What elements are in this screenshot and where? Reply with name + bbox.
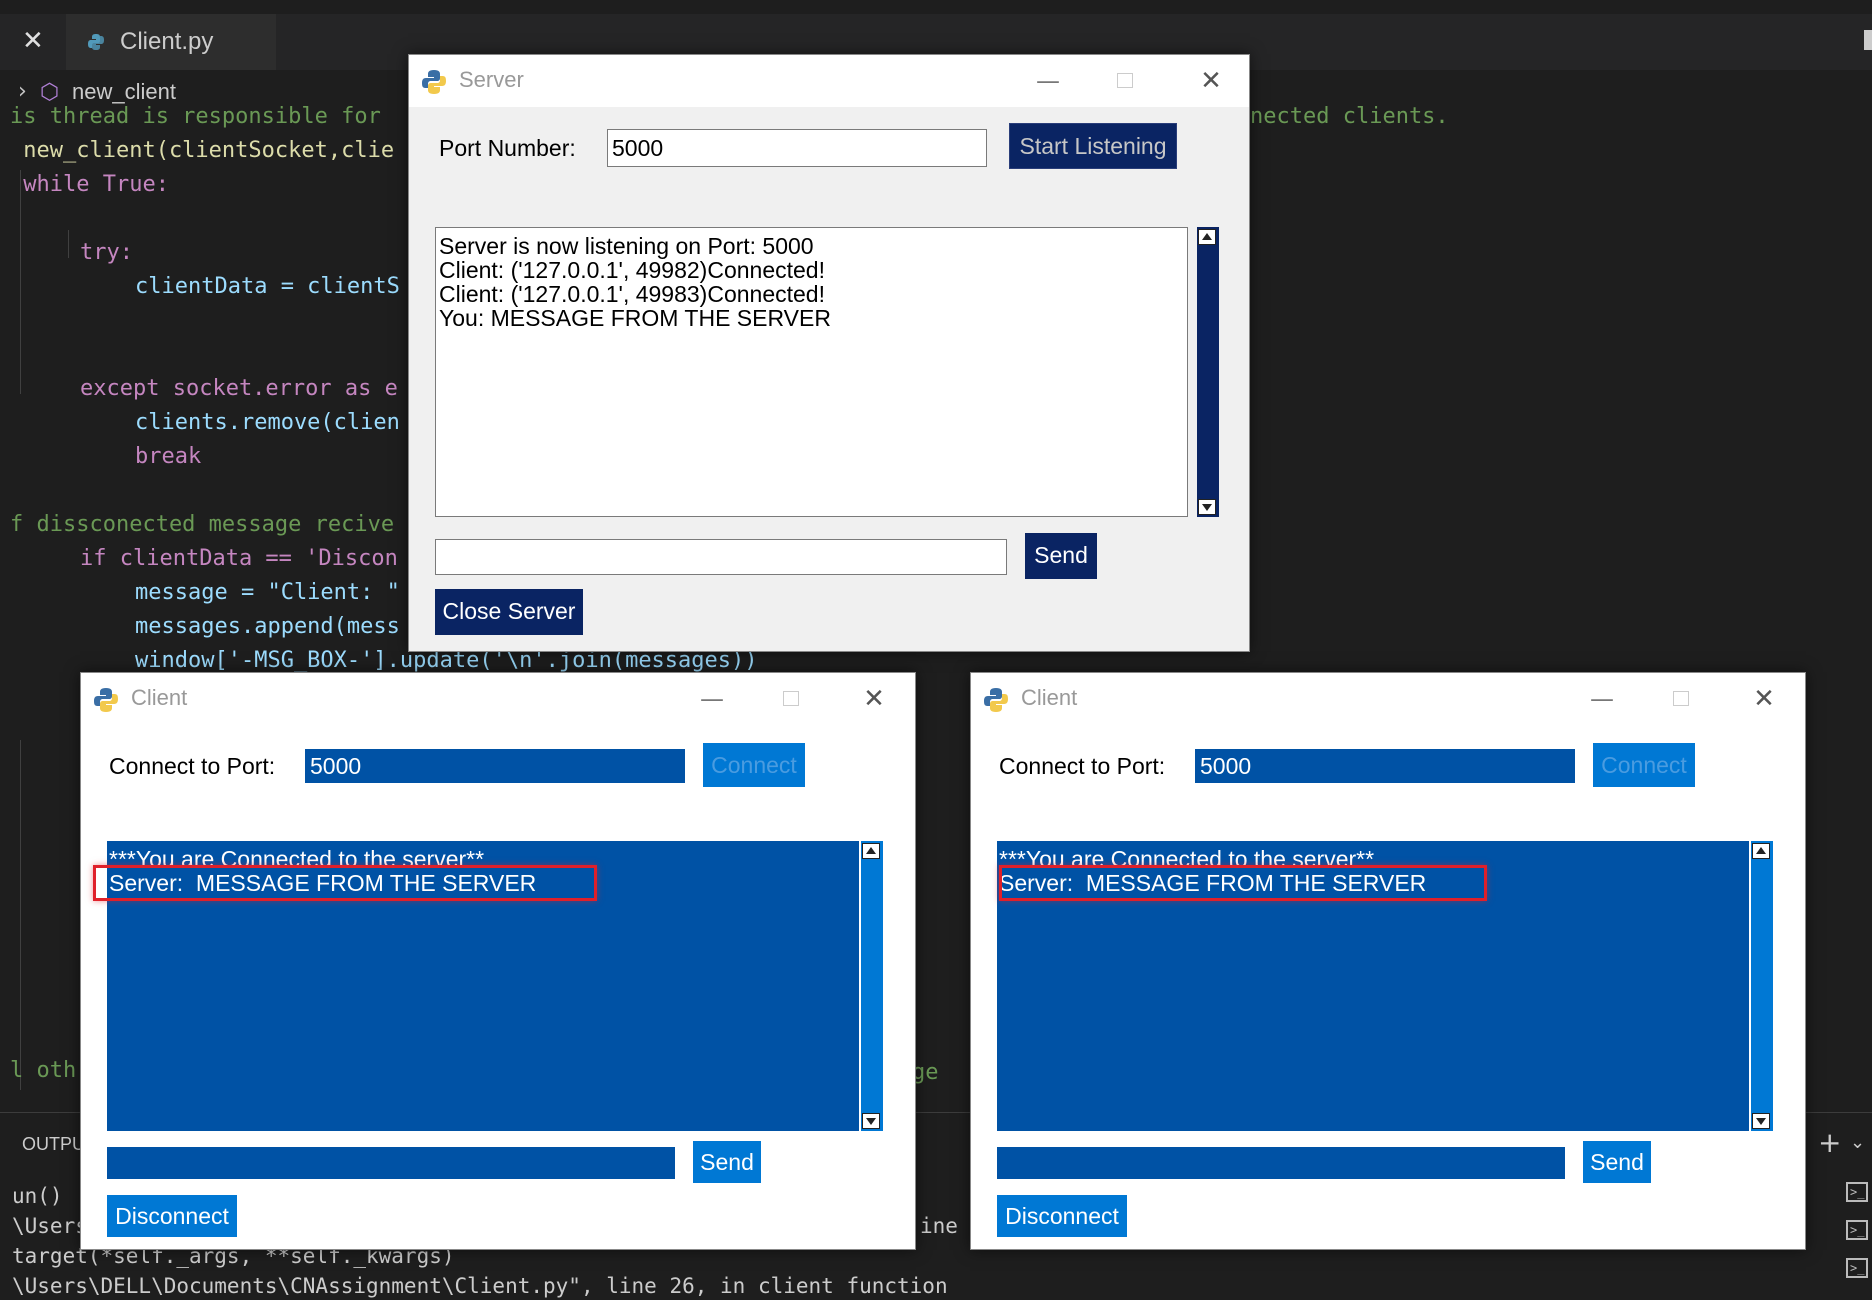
code-line: is thread is responsible for [10, 104, 381, 129]
chevron-down-icon[interactable]: ⌄ [1850, 1132, 1865, 1153]
maximize-icon[interactable] [1117, 73, 1133, 88]
terminal-icon[interactable]: >_ [1846, 1220, 1868, 1240]
terminal-line: un() [12, 1184, 63, 1208]
close-icon[interactable]: ✕ [1194, 61, 1228, 101]
server-log-scrollbar[interactable] [1197, 227, 1219, 517]
server-log-lines: Server is now listening on Port: 5000 Cl… [439, 234, 831, 330]
code-line: clientData = clientS [135, 274, 400, 299]
indent-guide [20, 740, 21, 1090]
close-icon[interactable]: ✕ [22, 26, 44, 56]
connect-button[interactable]: Connect [1593, 743, 1695, 787]
code-line: try: [80, 240, 133, 265]
start-listening-button[interactable]: Start Listening [1009, 123, 1177, 169]
client-window-1[interactable]: Client — ✕ Connect to Port: 5000 Connect… [80, 672, 916, 1250]
code-line: while True: [10, 172, 169, 197]
connect-port-input[interactable]: 5000 [305, 749, 685, 783]
scroll-up-icon[interactable] [862, 843, 880, 859]
connect-button[interactable]: Connect [703, 743, 805, 787]
title-bar[interactable]: Server — ✕ [409, 55, 1249, 107]
maximize-icon[interactable] [1673, 691, 1689, 706]
code-line: if clientData == 'Discon [80, 546, 398, 571]
minimize-icon[interactable]: — [1585, 679, 1619, 719]
client-message-input[interactable] [107, 1147, 675, 1179]
python-icon [94, 688, 118, 712]
python-icon [422, 70, 446, 94]
python-icon [88, 34, 104, 50]
terminal-icon[interactable]: >_ [1846, 1258, 1868, 1278]
port-number-input[interactable]: 5000 [607, 129, 987, 167]
close-icon[interactable]: ✕ [857, 679, 891, 719]
close-icon[interactable]: ✕ [1747, 679, 1781, 719]
scroll-down-icon[interactable] [1752, 1113, 1770, 1129]
code-line-fragment: nected clients. [1250, 104, 1449, 129]
code-line: messages.append(mess [135, 614, 400, 639]
window-title: Client [131, 685, 188, 710]
tab-client-py[interactable]: Client.py [66, 14, 276, 70]
client-message-input[interactable] [997, 1147, 1565, 1179]
server-log-box[interactable]: Server is now listening on Port: 5000 Cl… [435, 227, 1188, 517]
code-line: except socket.error as e [80, 376, 398, 401]
client-send-button[interactable]: Send [693, 1141, 761, 1183]
python-icon [984, 688, 1008, 712]
code-line: message = "Client: " [135, 580, 400, 605]
scroll-down-icon[interactable] [1198, 499, 1216, 515]
port-number-label: Port Number: [439, 135, 576, 161]
window-title: Client [1021, 685, 1078, 710]
plus-icon[interactable]: + [1818, 1126, 1841, 1159]
scroll-up-icon[interactable] [1198, 229, 1216, 245]
tab-label: Client.py [120, 28, 214, 55]
indent-guide [68, 230, 69, 258]
title-bar[interactable]: Client — ✕ [81, 673, 915, 725]
scroll-up-icon[interactable] [1752, 843, 1770, 859]
disconnect-button[interactable]: Disconnect [107, 1195, 237, 1237]
server-window[interactable]: Server — ✕ Port Number: 5000 Start Liste… [408, 54, 1250, 652]
code-line: new_client(clientSocket,clie [10, 138, 395, 163]
connect-port-input[interactable]: 5000 [1195, 749, 1575, 783]
terminal-icon[interactable]: >_ [1846, 1182, 1868, 1202]
connect-port-label: Connect to Port: [109, 753, 276, 779]
terminal-line: \Users [12, 1214, 88, 1238]
connect-port-label: Connect to Port: [999, 753, 1166, 779]
highlight-annotation [999, 865, 1487, 901]
code-line: l oth [10, 1058, 77, 1083]
highlight-annotation [93, 865, 597, 901]
client-message-scrollbar[interactable] [1751, 841, 1773, 1131]
window-title: Server [459, 67, 524, 92]
editor-action-icon[interactable] [1864, 30, 1872, 50]
close-server-button[interactable]: Close Server [435, 589, 583, 635]
title-bar[interactable]: Client — ✕ [971, 673, 1805, 725]
log-line: Client: ('127.0.0.1', 49983)Connected! [439, 281, 825, 307]
log-line: Client: ('127.0.0.1', 49982)Connected! [439, 257, 825, 283]
code-line: f dissconected message recive [10, 512, 395, 537]
disconnect-button[interactable]: Disconnect [997, 1195, 1127, 1237]
client-message-scrollbar[interactable] [861, 841, 883, 1131]
log-line: Server is now listening on Port: 5000 [439, 233, 814, 259]
client-send-button[interactable]: Send [1583, 1141, 1651, 1183]
server-send-button[interactable]: Send [1025, 533, 1097, 579]
server-message-input[interactable] [435, 539, 1007, 575]
client-window-2[interactable]: Client — ✕ Connect to Port: 5000 Connect… [970, 672, 1806, 1250]
code-line: clients.remove(clien [135, 410, 400, 435]
indent-guide [20, 170, 21, 394]
minimize-icon[interactable]: — [695, 679, 729, 719]
scroll-down-icon[interactable] [862, 1113, 880, 1129]
tab-output[interactable]: OUTPU [22, 1134, 85, 1155]
maximize-icon[interactable] [783, 691, 799, 706]
log-line: You: MESSAGE FROM THE SERVER [439, 305, 831, 331]
code-line: break [135, 444, 202, 469]
minimize-icon[interactable]: — [1031, 61, 1065, 101]
